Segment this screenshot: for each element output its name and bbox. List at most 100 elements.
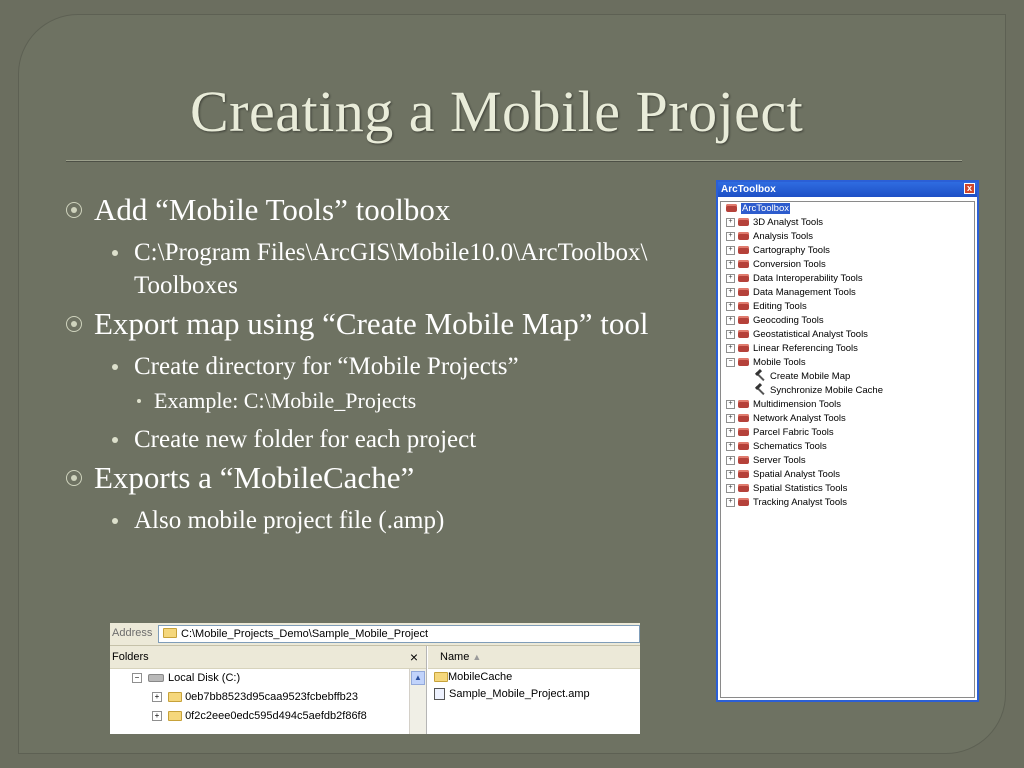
address-input[interactable]: C:\Mobile_Projects_Demo\Sample_Mobile_Pr…: [158, 625, 640, 643]
expand-icon[interactable]: +: [726, 497, 735, 507]
tree-item[interactable]: + Schematics Tools: [726, 440, 883, 454]
tree-label: 0f2c2eee0edc595d494c5aefdb2f86f8: [185, 710, 367, 722]
bullet-text: Also mobile project file (.amp): [134, 507, 445, 534]
tree-item[interactable]: + Tracking Analyst Tools: [726, 496, 883, 510]
tree-item[interactable]: + Editing Tools: [726, 300, 883, 314]
tree-tool-create-mobile-map[interactable]: Create Mobile Map: [726, 370, 883, 384]
address-bar: Address C:\Mobile_Projects_Demo\Sample_M…: [110, 623, 640, 646]
scroll-up-icon[interactable]: ▲: [411, 671, 425, 685]
circle-bullet-icon: [66, 202, 82, 218]
tree-item[interactable]: + Geocoding Tools: [726, 314, 883, 328]
close-icon[interactable]: ×: [410, 646, 418, 668]
column-header-name[interactable]: Name ▲: [428, 646, 640, 669]
expand-icon[interactable]: +: [726, 343, 735, 353]
expand-icon[interactable]: +: [726, 329, 735, 339]
tree-label: Tracking Analyst Tools: [753, 497, 847, 508]
tree-label: Multidimension Tools: [753, 399, 842, 410]
bullet-level2: Also mobile project file (.amp): [66, 504, 706, 537]
expand-icon[interactable]: +: [152, 711, 162, 722]
folder-icon: [168, 692, 182, 703]
title-divider: [66, 160, 962, 161]
tree-label: Spatial Statistics Tools: [753, 483, 848, 494]
tree-label: Spatial Analyst Tools: [753, 469, 840, 480]
toolbox-icon: [738, 484, 749, 493]
tree-item[interactable]: + Data Interoperability Tools: [726, 272, 883, 286]
tree-item[interactable]: + Analysis Tools: [726, 230, 883, 244]
file-row[interactable]: MobileCache: [428, 669, 640, 686]
tree-item[interactable]: + Spatial Statistics Tools: [726, 482, 883, 496]
toolbox-icon: [738, 330, 749, 339]
toolbox-icon: [738, 316, 749, 325]
tree-item[interactable]: + Data Management Tools: [726, 286, 883, 300]
expand-icon[interactable]: +: [726, 455, 735, 465]
close-icon[interactable]: x: [964, 183, 975, 194]
file-row[interactable]: Sample_Mobile_Project.amp: [428, 686, 640, 703]
tree-label: Analysis Tools: [753, 231, 814, 242]
expand-icon[interactable]: +: [726, 427, 735, 437]
toolbox-icon: [738, 400, 749, 409]
tree-root[interactable]: ArcToolbox: [726, 202, 883, 216]
tree-label: ArcToolbox: [741, 203, 790, 214]
tree-item[interactable]: + Server Tools: [726, 454, 883, 468]
tree-item[interactable]: + Spatial Analyst Tools: [726, 468, 883, 482]
tree-item[interactable]: + Cartography Tools: [726, 244, 883, 258]
dot-bullet-icon: [112, 364, 118, 370]
tree-item[interactable]: + Conversion Tools: [726, 258, 883, 272]
toolbox-icon: [738, 470, 749, 479]
expand-icon[interactable]: +: [726, 259, 735, 269]
toolbox-icon: [738, 428, 749, 437]
expand-icon[interactable]: +: [726, 231, 735, 241]
collapse-icon[interactable]: −: [726, 357, 735, 367]
tree-label: Mobile Tools: [753, 357, 806, 368]
toolbox-icon: [738, 358, 749, 367]
expand-icon[interactable]: +: [726, 413, 735, 423]
toolbox-tree: ArcToolbox +3D Analyst Tools + Analysis T…: [726, 202, 883, 510]
expand-icon[interactable]: +: [726, 315, 735, 325]
expand-icon[interactable]: +: [726, 301, 735, 311]
bullet-text: Exports a “MobileCache”: [94, 460, 415, 495]
tree-item[interactable]: + Multidimension Tools: [726, 398, 883, 412]
bullet-text: Create directory for “Mobile Projects”: [134, 353, 519, 380]
bullet-level1: Add “Mobile Tools” toolbox: [66, 190, 706, 230]
tree-item[interactable]: + Network Analyst Tools: [726, 412, 883, 426]
address-label: Address: [112, 627, 153, 639]
tree-item[interactable]: + Geostatistical Analyst Tools: [726, 328, 883, 342]
expand-icon[interactable]: +: [726, 469, 735, 479]
collapse-icon[interactable]: −: [132, 673, 142, 684]
toolbox-icon: [738, 414, 749, 423]
slide: Creating a Mobile Project Add “Mobile To…: [0, 0, 1024, 768]
tree-item[interactable]: +3D Analyst Tools: [726, 216, 883, 230]
sort-ascending-icon: ▲: [472, 652, 482, 662]
tree-item[interactable]: + Parcel Fabric Tools: [726, 426, 883, 440]
bullet-level3: Example: C:\Mobile_Projects: [66, 385, 706, 417]
tree-row-folder[interactable]: + 0eb7bb8523d95caa9523fcbebffb23: [110, 688, 426, 707]
tree-item[interactable]: + Linear Referencing Tools: [726, 342, 883, 356]
tree-label: 3D Analyst Tools: [753, 217, 824, 228]
expand-icon[interactable]: +: [726, 245, 735, 255]
slide-title: Creating a Mobile Project: [190, 79, 804, 144]
expand-icon[interactable]: +: [726, 399, 735, 409]
tree-row-local-disk[interactable]: − Local Disk (C:): [110, 669, 426, 688]
tree-tool-synchronize-mobile-cache[interactable]: Synchronize Mobile Cache: [726, 384, 883, 398]
folders-label: Folders: [112, 651, 149, 663]
toolbox-icon: [738, 302, 749, 311]
tree-label: Conversion Tools: [753, 259, 826, 270]
tree-row-folder[interactable]: + 0f2c2eee0edc595d494c5aefdb2f86f8: [110, 707, 426, 726]
expand-icon[interactable]: +: [726, 273, 735, 283]
vertical-scrollbar[interactable]: ▲: [409, 669, 426, 734]
tree-label: Cartography Tools: [753, 245, 830, 256]
expand-icon[interactable]: +: [726, 483, 735, 493]
bullet-level1: Export map using “Create Mobile Map” too…: [66, 304, 706, 344]
folders-pane: Folders × − Local Disk (C:) + 0eb7bb8523d…: [110, 646, 427, 734]
toolbox-icon: [738, 498, 749, 507]
expand-icon[interactable]: +: [726, 441, 735, 451]
expand-icon[interactable]: +: [726, 287, 735, 297]
circle-bullet-icon: [66, 470, 82, 486]
expand-icon[interactable]: +: [726, 217, 735, 227]
folders-header: Folders ×: [110, 646, 426, 669]
tree-label: Linear Referencing Tools: [753, 343, 858, 354]
expand-icon[interactable]: +: [152, 692, 162, 703]
folder-icon: [168, 711, 182, 722]
tree-item-mobile-tools[interactable]: − Mobile Tools: [726, 356, 883, 370]
bullet-text: Add “Mobile Tools” toolbox: [94, 192, 451, 227]
